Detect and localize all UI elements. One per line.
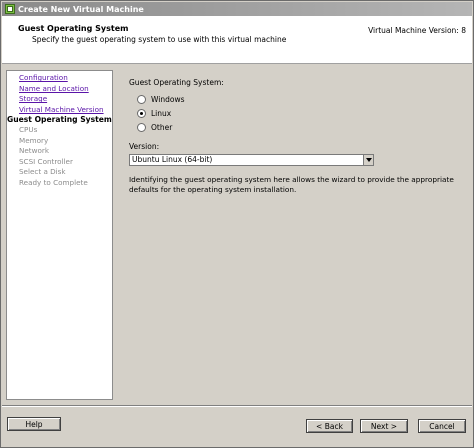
sidebar-item-virtual-machine-version[interactable]: Virtual Machine Version [19,105,104,114]
title-bar[interactable]: Create New Virtual Machine [2,2,472,16]
back-button[interactable]: < Back [306,419,353,433]
wizard-steps-sidebar: Configuration Name and Location Storage … [6,70,113,400]
sidebar-item-scsi-controller: SCSI Controller [19,156,73,166]
radio-other-button[interactable] [137,123,146,132]
guest-os-label: Guest Operating System: [129,78,224,87]
radio-linux-label: Linux [151,109,172,118]
wizard-window: Create New Virtual Machine Guest Operati… [0,0,474,448]
cancel-button[interactable]: Cancel [418,419,466,433]
radio-windows-button[interactable] [137,95,146,104]
footer-divider [2,405,472,407]
radio-linux-button[interactable] [137,109,146,118]
radio-windows[interactable]: Windows [137,95,184,104]
sidebar-item-name-and-location[interactable]: Name and Location [19,84,89,93]
vm-wizard-icon [5,4,15,14]
radio-windows-label: Windows [151,95,185,104]
window-title: Create New Virtual Machine [18,4,144,14]
page-subtitle: Specify the guest operating system to us… [32,35,287,44]
guest-os-description: Identifying the guest operating system h… [129,175,454,194]
wizard-header: Guest Operating System Specify the guest… [2,16,472,64]
vm-version-label: Virtual Machine Version: 8 [368,26,466,35]
help-button[interactable]: Help [7,417,61,431]
sidebar-item-guest-operating-system: Guest Operating System [7,114,112,124]
sidebar-item-network: Network [19,146,50,155]
page-title: Guest Operating System [18,24,129,33]
radio-other[interactable]: Other [137,123,172,132]
version-select[interactable]: Ubuntu Linux (64-bit) [129,154,374,166]
chevron-down-icon[interactable] [363,155,373,165]
sidebar-item-ready-to-complete: Ready to Complete [19,177,88,187]
next-button[interactable]: Next > [360,419,408,433]
guest-os-panel: Guest Operating System: Windows Linux Ot… [117,70,469,400]
version-select-value: Ubuntu Linux (64-bit) [132,155,213,164]
version-label: Version: [129,142,160,151]
sidebar-item-configuration[interactable]: Configuration [19,73,68,82]
sidebar-item-select-a-disk: Select a Disk [19,167,66,176]
radio-other-label: Other [151,123,173,132]
sidebar-item-cpus: CPUs [19,125,38,134]
radio-linux[interactable]: Linux [137,109,171,118]
sidebar-item-storage[interactable]: Storage [19,94,47,103]
sidebar-item-memory: Memory [19,135,49,145]
